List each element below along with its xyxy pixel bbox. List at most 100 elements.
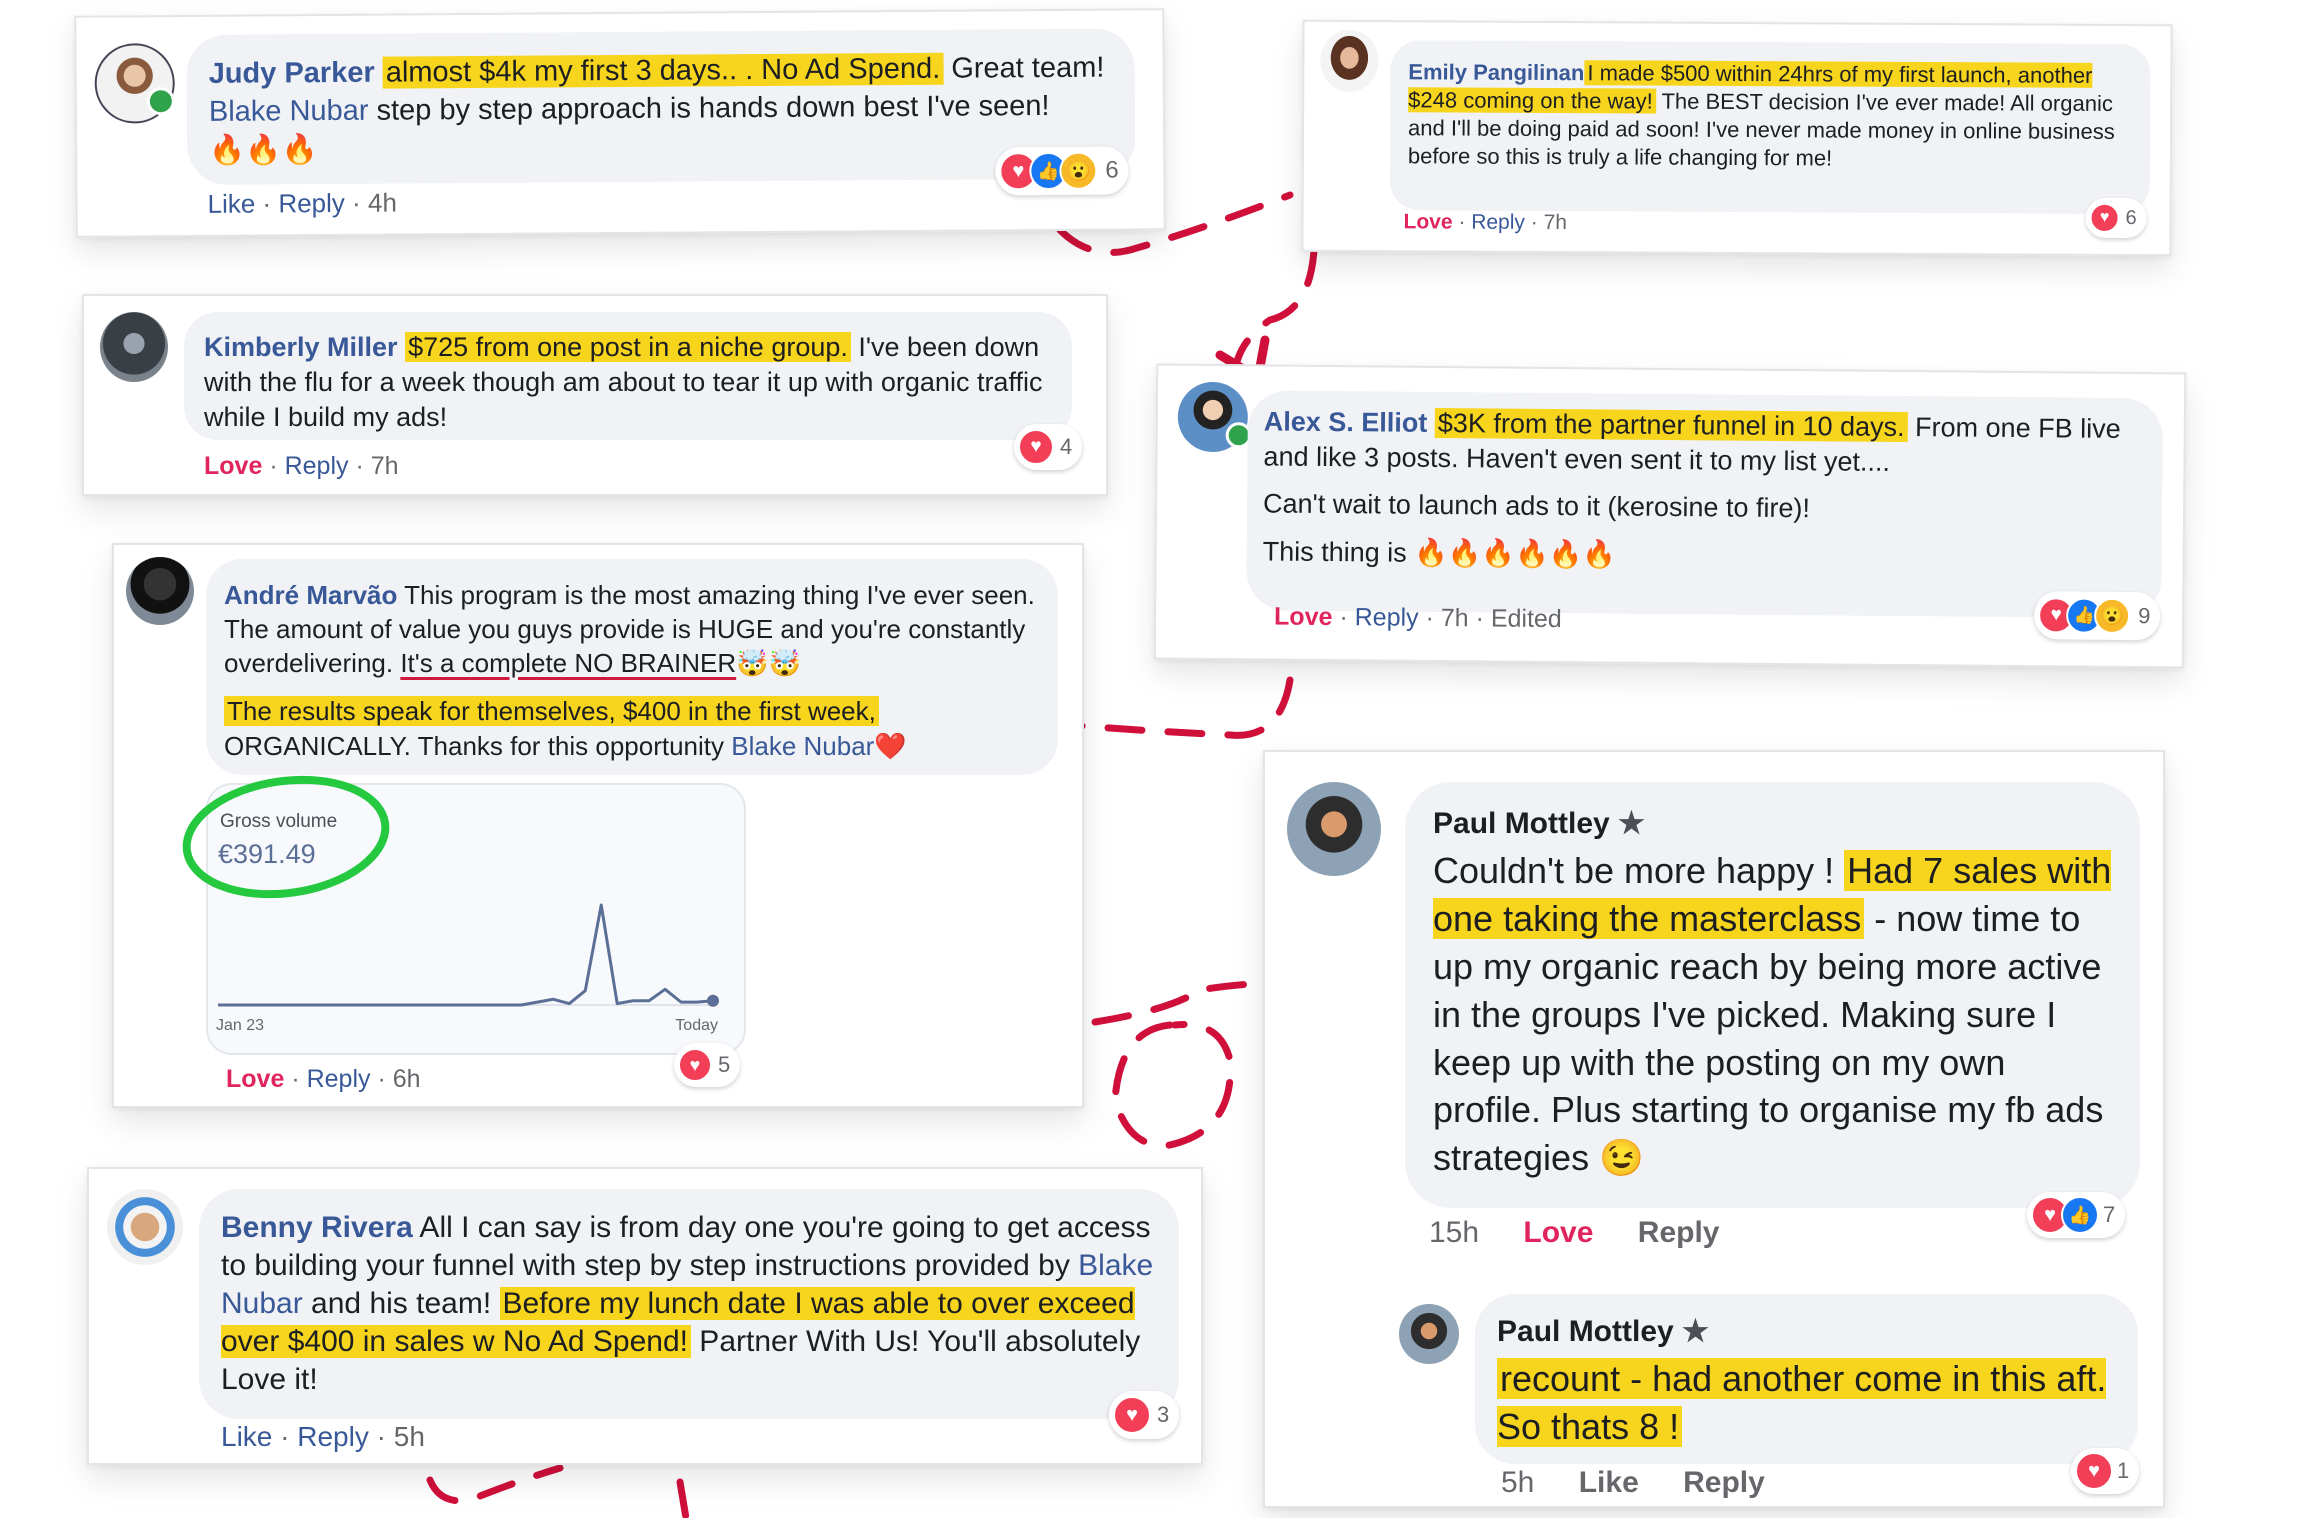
reply-button[interactable]: Reply [1638, 1216, 1720, 1249]
reply-button[interactable]: Reply [285, 452, 349, 480]
comment-text: Great team! [943, 51, 1105, 85]
reaction-count: 4 [1060, 434, 1073, 459]
comment-bubble: Paul Mottley ★ Couldn't be more happy ! … [1405, 782, 2140, 1208]
love-icon: ♥ [1018, 429, 1054, 465]
comment-actions: Love · Reply · 7h · Edited [1273, 602, 1562, 634]
mention-link[interactable]: Blake Nubar [209, 95, 369, 128]
reply-actions: 5h Like Reply [1501, 1466, 1765, 1500]
highlighted-text: recount - had another come in this aft. … [1497, 1358, 2107, 1447]
chart-last-point [707, 994, 719, 1007]
wink-emoji-icon: 😉 [1599, 1137, 1644, 1179]
fire-emoji-icon: 🔥🔥🔥 [209, 133, 318, 167]
reaction-count: 1 [2117, 1458, 2130, 1483]
author-name[interactable]: Kimberly Miller [204, 332, 398, 362]
comment-text: Couldn't be more happy ! [1433, 850, 1845, 891]
connector-emily-alex [1231, 246, 1318, 374]
comment-actions: Love · Reply · 7h [1403, 210, 1568, 235]
timestamp[interactable]: 7h [1544, 211, 1567, 234]
love-icon: ♥ [1113, 1396, 1151, 1434]
comment-card-emily: Emily Pangilinan I made $500 within 24hrs… [1301, 19, 2173, 257]
reaction-summary[interactable]: ♥ 5 [674, 1043, 741, 1087]
reaction-summary[interactable]: ♥ 👍 7 [2027, 1192, 2126, 1238]
highlighted-text: The results speak for themselves, $400 i… [224, 696, 879, 727]
avatar-emily[interactable] [1320, 29, 1379, 93]
comment-text: This thing is [1262, 536, 1415, 568]
comment-bubble: Alex S. Elliot $3K from the partner funn… [1246, 390, 2164, 619]
reaction-count: 3 [1157, 1402, 1170, 1427]
reaction-count: 6 [2125, 206, 2137, 229]
green-circle-annotation [182, 775, 390, 899]
highlighted-text: $725 from one post in a niche group. [405, 332, 851, 362]
avatar-andre[interactable] [126, 557, 194, 625]
like-button[interactable]: Like [1579, 1466, 1639, 1499]
highlighted-text: almost $4k my first 3 days.. . No Ad Spe… [382, 52, 944, 89]
love-button[interactable]: Love [1523, 1216, 1593, 1249]
edited-label: Edited [1490, 604, 1562, 634]
comment-text: and his team! [302, 1287, 500, 1321]
top-fan-badge-icon: ★ [1618, 807, 1645, 840]
reaction-count: 7 [2103, 1202, 2116, 1227]
love-icon: ♥ [678, 1048, 712, 1082]
avatar-kimberly[interactable] [100, 312, 168, 382]
timestamp[interactable]: 5h [1501, 1466, 1534, 1499]
like-button[interactable]: Like [221, 1421, 272, 1452]
author-name[interactable]: Alex S. Elliot [1264, 406, 1428, 437]
love-icon: ♥ [2075, 1452, 2113, 1490]
timestamp[interactable]: 4h [368, 188, 397, 218]
online-status-icon [146, 87, 175, 116]
reply-button[interactable]: Reply [1355, 603, 1419, 632]
timestamp[interactable]: 7h [1441, 604, 1469, 632]
wow-icon: 😮 [2093, 597, 2131, 635]
wow-icon: 😮 [1059, 151, 1098, 190]
reaction-summary[interactable]: ♥ 👍 😮 6 [995, 146, 1129, 196]
author-name[interactable]: Judy Parker [209, 57, 375, 90]
x-axis-label-start: Jan 23 [216, 1017, 265, 1034]
comment-actions: Like · Reply · 5h [221, 1421, 425, 1452]
reply-button[interactable]: Reply [307, 1065, 371, 1093]
timestamp[interactable]: 6h [393, 1065, 421, 1093]
comment-card-andre: André Marvão This program is the most am… [112, 543, 1084, 1108]
mention-link[interactable]: Blake Nubar [731, 731, 874, 761]
comment-card-alex: Alex S. Elliot $3K from the partner funn… [1153, 363, 2187, 669]
love-button[interactable]: Love [226, 1065, 284, 1093]
love-button[interactable]: Love [204, 452, 262, 480]
comment-text: - now time to up my organic reach by bei… [1433, 897, 2104, 1179]
connector-loop-circle [1111, 1020, 1234, 1149]
like-button[interactable]: Like [207, 189, 255, 219]
reaction-summary[interactable]: ♥ 👍 😮 9 [2033, 591, 2161, 641]
reaction-summary[interactable]: ♥ 6 [2085, 197, 2147, 239]
fire-emoji-icon: 🔥🔥🔥🔥🔥🔥 [1414, 537, 1617, 570]
comment-card-judy: Judy Parker almost $4k my first 3 days..… [74, 8, 1166, 238]
connector-bottom-tail [676, 1478, 690, 1518]
timestamp[interactable]: 15h [1429, 1216, 1479, 1249]
reaction-summary[interactable]: ♥ 1 [2071, 1448, 2140, 1494]
comment-actions: 15h Love Reply [1429, 1216, 1719, 1250]
author-name[interactable]: André Marvão [224, 580, 397, 610]
author-name[interactable]: Paul Mottley [1433, 807, 1610, 840]
timestamp[interactable]: 7h [371, 452, 399, 480]
reaction-summary[interactable]: ♥ 3 [1109, 1391, 1180, 1439]
author-name[interactable]: Benny Rivera [221, 1211, 413, 1244]
reply-button[interactable]: Reply [297, 1421, 369, 1452]
avatar-paul-reply[interactable] [1399, 1304, 1459, 1364]
connector-benny-bottom [426, 1464, 564, 1505]
avatar-benny[interactable] [107, 1189, 183, 1265]
avatar-paul[interactable] [1287, 782, 1381, 876]
author-name[interactable]: Paul Mottley [1497, 1315, 1674, 1348]
x-axis-label-end: Today [675, 1017, 718, 1034]
comment-actions: Love · Reply · 6h [226, 1065, 421, 1093]
reaction-count: 5 [718, 1052, 731, 1077]
comment-bubble: André Marvão This program is the most am… [206, 559, 1058, 775]
comment-bubble: Emily Pangilinan I made $500 within 24hrs… [1389, 40, 2151, 215]
reaction-summary[interactable]: ♥ 4 [1014, 424, 1083, 470]
reaction-count: 9 [2138, 603, 2151, 629]
reply-button[interactable]: Reply [1683, 1466, 1765, 1499]
reply-button[interactable]: Reply [278, 188, 345, 218]
author-name[interactable]: Emily Pangilinan [1408, 59, 1584, 85]
love-button[interactable]: Love [1274, 603, 1333, 632]
comment-actions: Like · Reply · 4h [207, 187, 398, 219]
timestamp[interactable]: 5h [394, 1421, 425, 1452]
reply-button[interactable]: Reply [1471, 211, 1525, 234]
love-button[interactable]: Love [1403, 210, 1452, 233]
comment-text: step by step approach is hands down best… [368, 90, 1050, 128]
